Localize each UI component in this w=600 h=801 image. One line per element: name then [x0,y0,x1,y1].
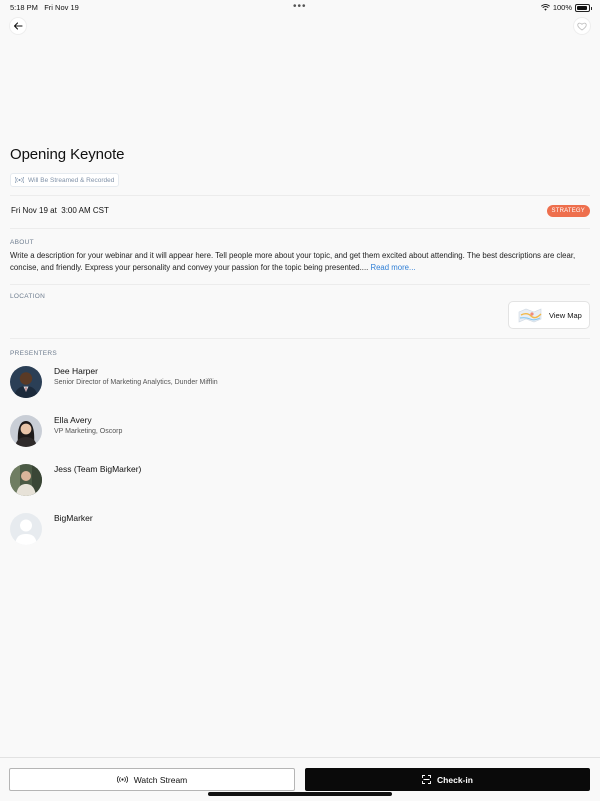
status-right: 100% [540,3,592,12]
check-in-button[interactable]: Check-in [305,768,590,791]
multitask-dots[interactable]: ••• [293,1,307,12]
favorite-button[interactable] [574,18,590,34]
event-time: 3:00 AM CST [61,206,109,215]
broadcast-icon [116,776,128,783]
about-text: Write a description for your webinar and… [10,251,576,272]
about-label: ABOUT [10,239,34,246]
battery-percent: 100% [552,3,572,12]
presenter-name: Dee Harper [54,366,98,376]
presenter-name: Jess (Team BigMarker) [54,464,142,474]
divider [10,284,590,285]
read-more-link[interactable]: Read more... [370,263,415,272]
presenter-item[interactable]: Jess (Team BigMarker) [10,464,570,498]
wifi-icon [540,4,550,11]
presenters-label: PRESENTERS [10,350,58,357]
avatar [10,415,42,447]
avatar [10,464,42,496]
presenter-item[interactable]: BigMarker [10,513,570,547]
divider [10,228,590,229]
presenter-role: VP Marketing, Oscorp [54,428,123,435]
broadcast-icon [15,177,24,183]
back-button[interactable] [10,18,26,34]
battery-icon [575,3,592,12]
status-bar: 5:18 PM Fri Nov 19 ••• 100% [0,0,600,14]
presenter-role: Senior Director of Marketing Analytics, … [54,379,218,386]
event-title: Opening Keynote [10,146,125,163]
divider [10,338,590,339]
check-in-label: Check-in [437,774,473,785]
category-badge[interactable]: STRATEGY [546,205,590,217]
about-description: Write a description for your webinar and… [10,250,585,274]
stream-tag: Will Be Streamed & Recorded [10,173,120,187]
presenter-item[interactable]: Dee Harper Senior Director of Marketing … [10,366,570,400]
divider [10,195,590,196]
view-map-label: View Map [549,310,582,320]
presenter-name: Ella Avery [54,415,92,425]
watch-stream-button[interactable]: Watch Stream [9,768,295,791]
heart-icon [577,22,587,30]
back-arrow-icon [13,22,23,30]
view-map-button[interactable]: View Map [508,301,590,329]
map-icon [518,308,542,323]
location-label: LOCATION [10,293,46,300]
qr-scan-icon [422,775,431,784]
status-time: 5:18 PM Fri Nov 19 [10,3,79,12]
stream-tag-label: Will Be Streamed & Recorded [28,176,115,184]
watch-stream-label: Watch Stream [133,774,188,785]
home-indicator[interactable] [208,792,392,796]
presenter-item[interactable]: Ella Avery VP Marketing, Oscorp [10,415,570,449]
event-date: Fri Nov 19 at [11,206,57,215]
avatar [10,366,42,398]
presenter-name: BigMarker [54,513,93,523]
event-datetime: Fri Nov 19 at 3:00 AM CST [11,206,109,215]
avatar-placeholder [10,513,42,545]
